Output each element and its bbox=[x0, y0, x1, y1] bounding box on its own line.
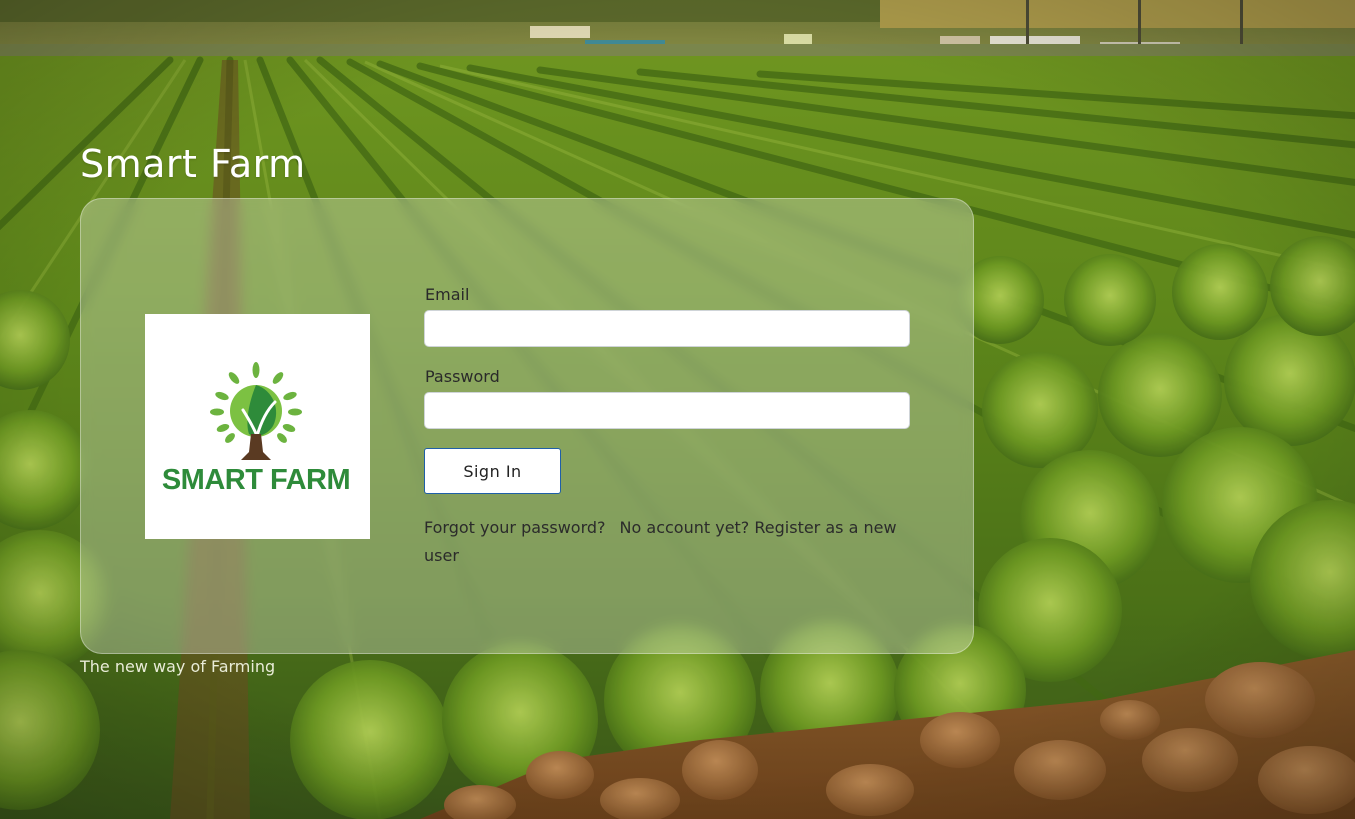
email-input[interactable] bbox=[424, 310, 910, 347]
logo-text: SMART FARM bbox=[162, 464, 350, 496]
sign-in-button[interactable]: Sign In bbox=[424, 448, 561, 494]
auth-links: Forgot your password? No account yet? Reg… bbox=[424, 514, 912, 570]
app-title: Smart Farm bbox=[80, 142, 306, 186]
login-card: SMART FARM Email Password Sign In Forgot… bbox=[80, 198, 974, 654]
email-field-group: Email bbox=[424, 285, 912, 347]
email-label: Email bbox=[425, 285, 470, 304]
smart-farm-logo: SMART FARM bbox=[145, 314, 370, 539]
password-field-group: Password bbox=[424, 367, 912, 429]
app-tagline: The new way of Farming bbox=[80, 657, 276, 676]
password-label: Password bbox=[425, 367, 500, 386]
tree-leaf-icon: SMART FARM bbox=[162, 362, 351, 496]
password-input[interactable] bbox=[424, 392, 910, 429]
forgot-password-link[interactable]: Forgot your password? bbox=[424, 518, 606, 537]
login-form: Email Password Sign In Forgot your passw… bbox=[424, 285, 912, 570]
